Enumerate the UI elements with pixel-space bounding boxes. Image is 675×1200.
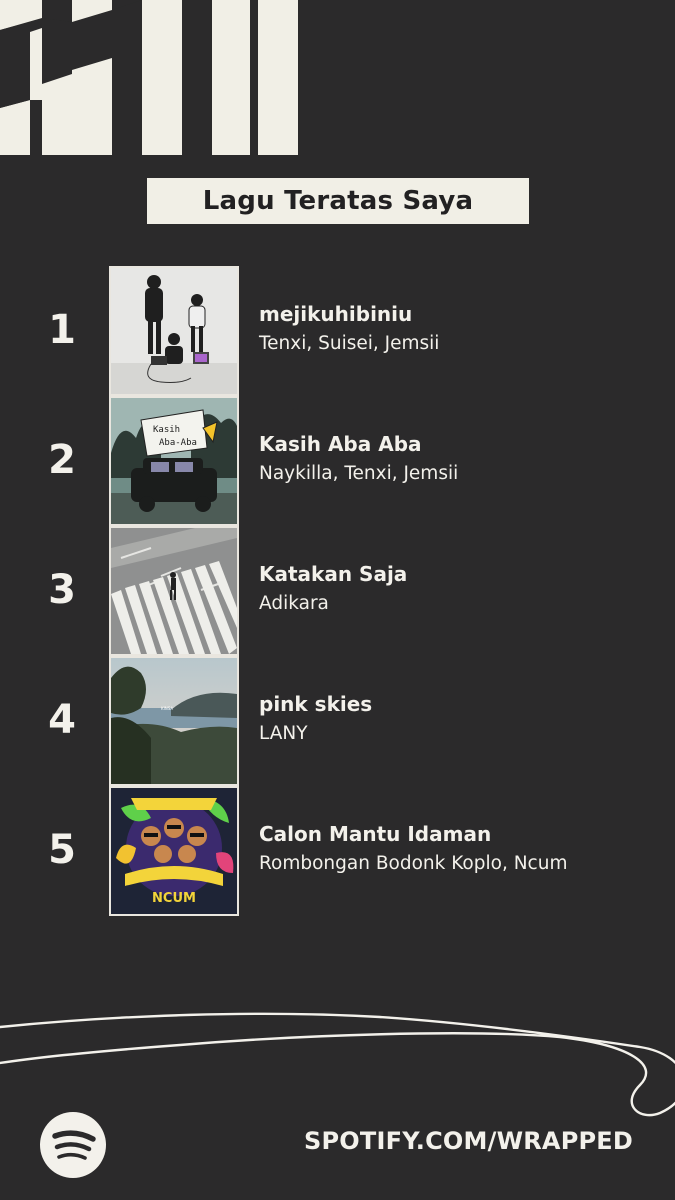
page-title-box: Lagu Teratas Saya <box>147 178 529 224</box>
decorative-wave-line <box>0 1012 675 1117</box>
artist-name: LANY <box>259 723 308 744</box>
track-rank: 4 <box>48 697 76 743</box>
artist-name: Adikara <box>259 593 329 614</box>
track-rank: 3 <box>48 567 76 613</box>
album-cover-3 <box>109 526 239 656</box>
album-cover-4: KINSA <box>109 656 239 786</box>
wrapped-url-link[interactable]: SPOTIFY.COM/WRAPPED <box>304 1127 633 1155</box>
song-title: pink skies <box>259 692 373 716</box>
cover-text: Kasih <box>153 425 180 435</box>
song-title: Calon Mantu Idaman <box>259 822 492 846</box>
track-rank: 5 <box>48 827 76 873</box>
cover-text: NCUM <box>152 891 196 906</box>
album-cover-1 <box>109 266 239 396</box>
track-row-3[interactable]: 3 Katakan Saja Adikara <box>0 526 675 656</box>
album-cover-2: Kasih Aba-Aba <box>109 396 239 526</box>
track-row-2[interactable]: 2 Kasih Aba-Aba Kasih Aba Aba Naykilla, … <box>0 396 675 526</box>
spotify-logo-icon[interactable] <box>40 1112 106 1178</box>
song-title: mejikuhibiniu <box>259 302 413 326</box>
artist-name: Naykilla, Tenxi, Jemsii <box>259 463 459 484</box>
song-title: Kasih Aba Aba <box>259 432 422 456</box>
page-title: Lagu Teratas Saya <box>202 186 474 216</box>
track-row-5[interactable]: 5 NCUM Calon Mantu Idaman Rombongan Bodo… <box>0 786 675 916</box>
cover-text: KINSA <box>161 706 173 711</box>
svg-text:Aba-Aba: Aba-Aba <box>159 438 197 448</box>
song-title: Katakan Saja <box>259 562 408 586</box>
album-cover-5: NCUM <box>109 786 239 916</box>
track-rank: 1 <box>48 307 76 353</box>
decorative-stripes <box>0 0 298 155</box>
artist-name: Tenxi, Suisei, Jemsii <box>259 333 440 354</box>
track-rank: 2 <box>48 437 76 483</box>
track-row-1[interactable]: 1 mejikuhibiniu Tenxi, Suisei, Jemsii <box>0 266 675 396</box>
artist-name: Rombongan Bodonk Koplo, Ncum <box>259 853 568 874</box>
track-row-4[interactable]: 4 KINSA pink skies LANY <box>0 656 675 786</box>
